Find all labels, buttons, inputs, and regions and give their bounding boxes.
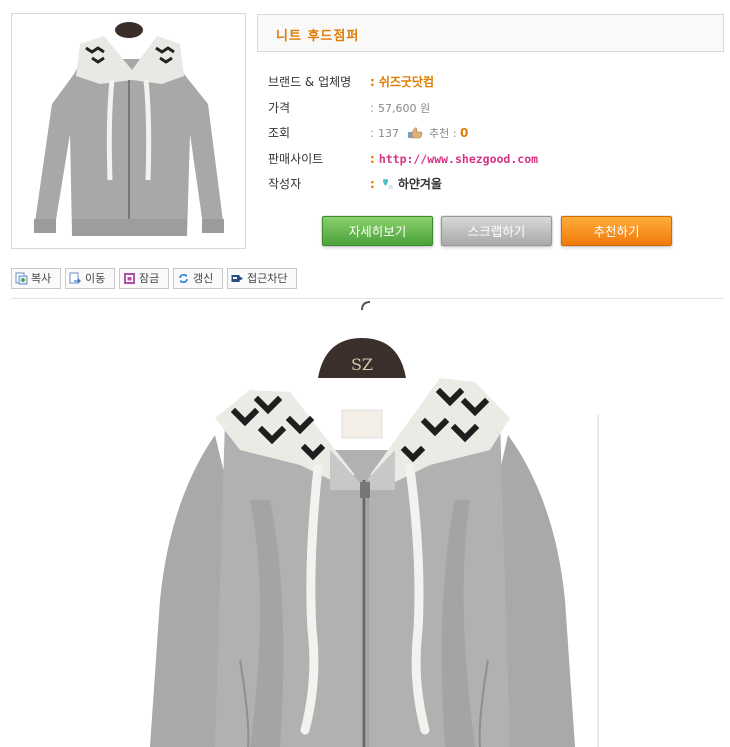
recommend-count: 0: [460, 126, 469, 140]
views-value: 137: [378, 127, 400, 140]
copy-icon: [15, 272, 28, 285]
product-title-box: 니트 후드점퍼: [257, 14, 724, 52]
price-value: 57,600 원: [378, 101, 431, 115]
info-row-site: 판매사이트 : http://www.shezgood.com: [268, 151, 539, 166]
refresh-button[interactable]: 갱신: [173, 268, 223, 289]
product-thumbnail[interactable]: [11, 13, 246, 249]
views-label: 조회: [268, 126, 291, 140]
hoodie-main-image: SZ: [0, 300, 730, 747]
block-access-label: 접근차단: [247, 272, 288, 285]
refresh-icon: [179, 274, 188, 283]
price-label: 가격: [268, 100, 291, 115]
author-label: 작성자: [268, 177, 302, 191]
block-access-icon: [231, 275, 243, 282]
heart-icon: n: [382, 179, 393, 190]
brand-label: 브랜드 & 업체명: [268, 75, 352, 89]
info-row-author: 작성자 : n 하얀겨울: [268, 177, 442, 191]
product-main-image: SZ: [0, 300, 730, 747]
info-row-views: 조회 :137 추천 : 0: [268, 126, 469, 140]
info-row-brand: 브랜드 & 업체명 : 쉬즈굿닷컴: [268, 75, 435, 89]
product-title: 니트 후드점퍼: [276, 29, 360, 44]
author-name[interactable]: 하얀겨울: [398, 177, 442, 191]
move-label: 이동: [85, 272, 106, 285]
move-button[interactable]: 이동: [65, 268, 115, 289]
section-divider: [11, 298, 724, 299]
svg-text:n: n: [389, 184, 393, 190]
site-label: 판매사이트: [268, 151, 324, 166]
copy-button[interactable]: 복사: [11, 268, 61, 289]
thumbs-up-icon: [408, 127, 423, 139]
view-detail-button[interactable]: 자세히보기: [322, 216, 433, 246]
copy-label: 복사: [31, 272, 52, 285]
lock-icon: [124, 273, 135, 284]
block-access-button[interactable]: 접근차단: [227, 268, 297, 289]
lock-button[interactable]: 잠금: [119, 268, 169, 289]
site-link[interactable]: http://www.shezgood.com: [379, 152, 538, 166]
scrap-button[interactable]: 스크랩하기: [441, 216, 552, 246]
hanger-logo: SZ: [351, 355, 373, 374]
info-row-price: 가격 :57,600 원: [268, 100, 431, 115]
lock-label: 잠금: [139, 272, 160, 285]
recommend-label: 추천: [429, 127, 450, 140]
move-icon: [69, 272, 81, 284]
brand-value[interactable]: 쉬즈굿닷컴: [379, 75, 434, 89]
refresh-label: 갱신: [193, 272, 214, 285]
hoodie-thumbnail-image: [12, 14, 245, 248]
product-info-table: 브랜드 & 업체명 : 쉬즈굿닷컴 가격 :57,600 원 조회 :137 추천 …: [268, 73, 708, 201]
recommend-button[interactable]: 추천하기: [561, 216, 672, 246]
